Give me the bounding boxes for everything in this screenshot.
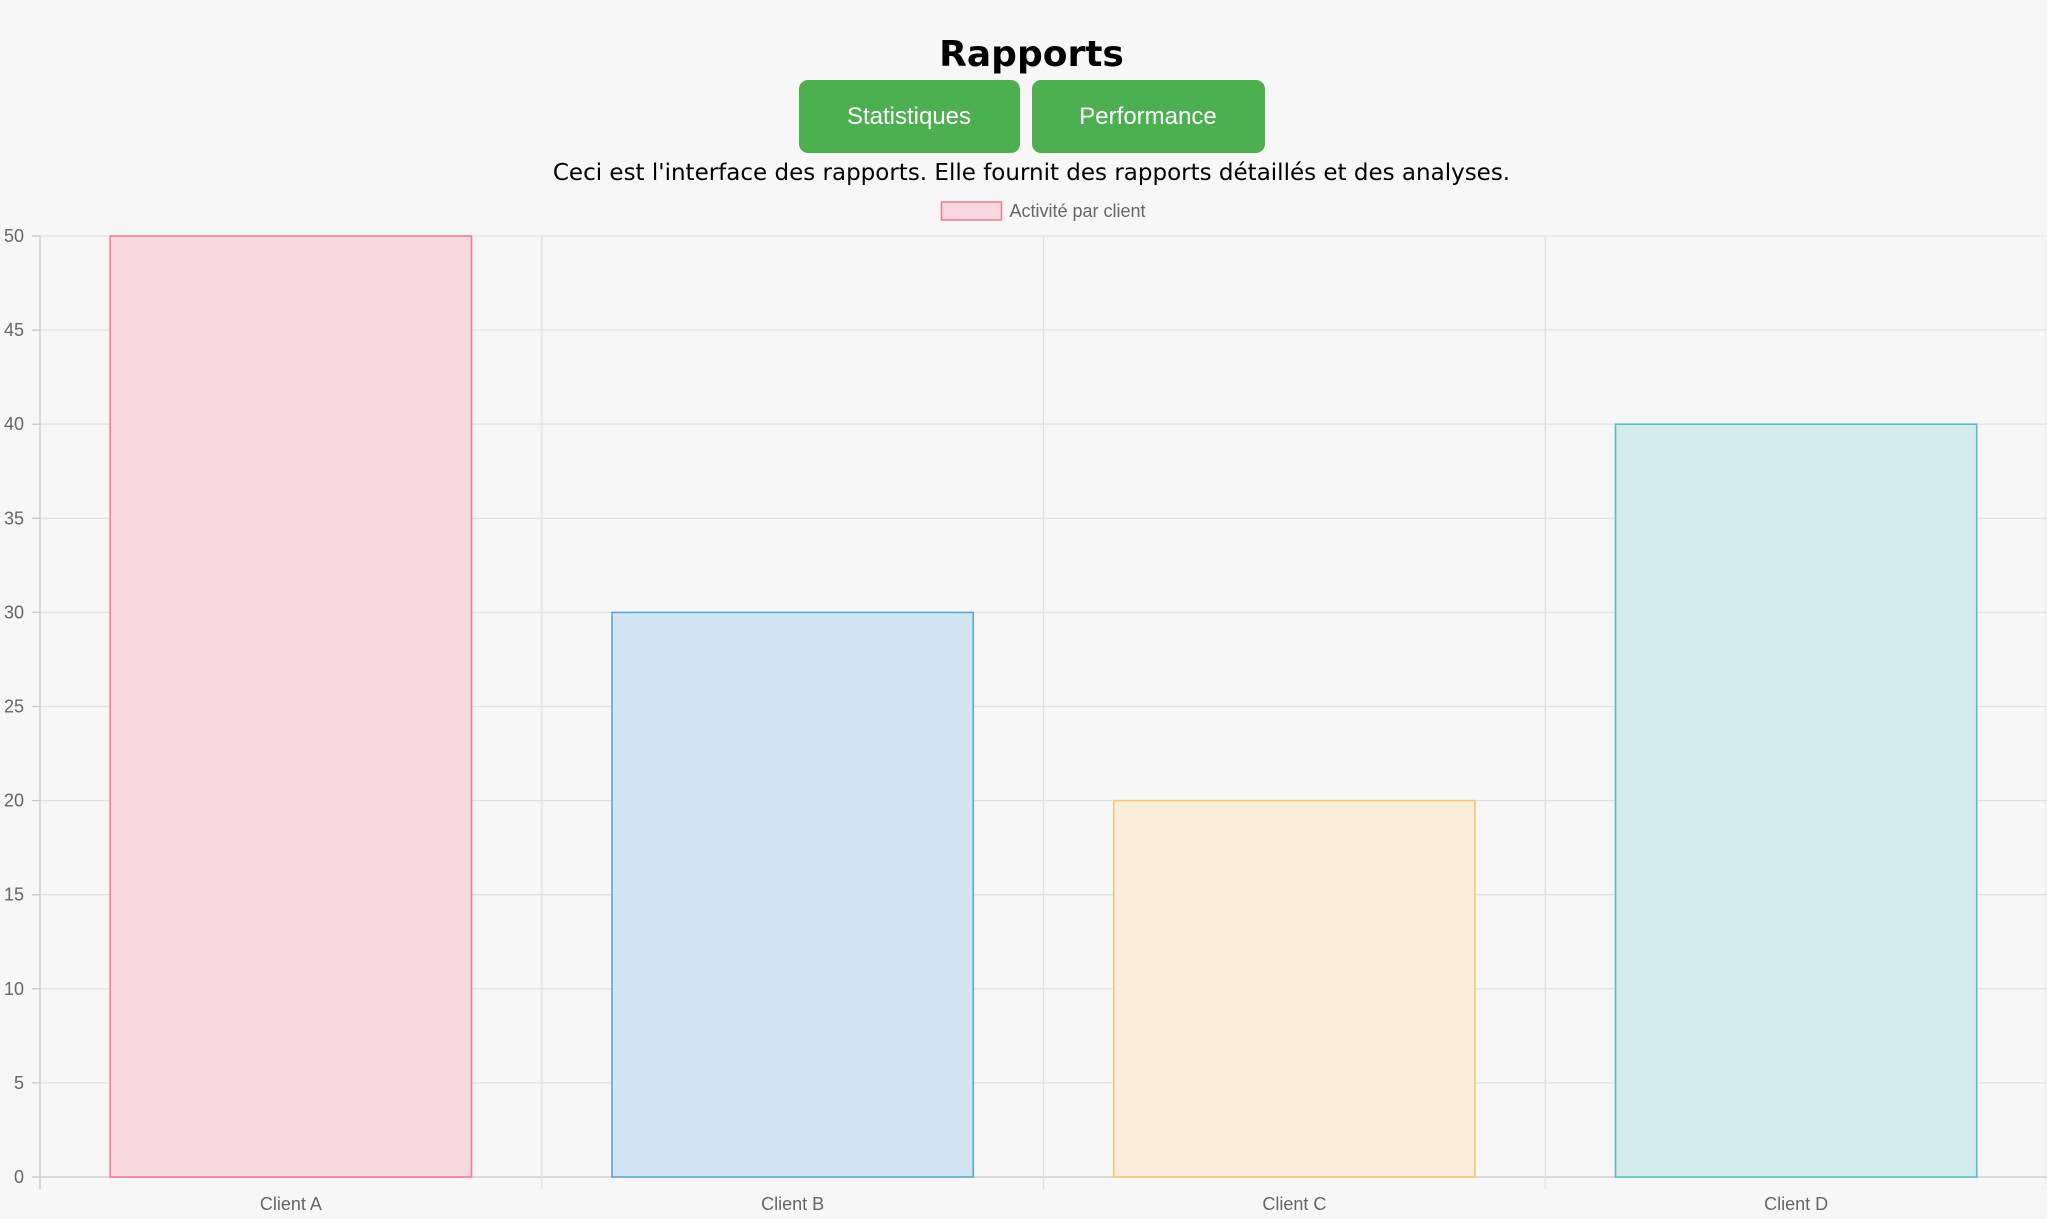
legend-label: Activité par client	[1009, 201, 1145, 221]
activity-bar-chart: 0 5 10 15 20 25 30 35 40 45 50 Client A Client B Clie…	[4, 201, 2047, 1214]
y-tick-label: 40	[4, 414, 24, 434]
y-tick-label: 15	[4, 885, 24, 905]
bar-client-c[interactable]	[1112, 799, 1476, 1178]
x-category-label: Client B	[761, 1194, 824, 1214]
x-category-label: Client A	[260, 1194, 322, 1214]
x-category-label: Client D	[1764, 1194, 1828, 1214]
y-tick-label: 35	[4, 508, 24, 528]
bar-client-a[interactable]	[109, 235, 473, 1178]
y-tick-label: 50	[4, 226, 24, 246]
bar-client-b[interactable]	[611, 611, 975, 1178]
y-tick-label: 0	[14, 1167, 24, 1187]
x-category-label: Client C	[1262, 1194, 1326, 1214]
y-tick-label: 5	[14, 1073, 24, 1093]
y-tick-label: 25	[4, 697, 24, 717]
y-tick-label: 10	[4, 979, 24, 999]
reports-page: Rapports Statistiques Performance Ceci e…	[0, 0, 2047, 1219]
bar-client-d[interactable]	[1614, 423, 1978, 1178]
y-tick-label: 30	[4, 602, 24, 622]
y-tick-label: 45	[4, 320, 24, 340]
legend-swatch	[940, 201, 1003, 221]
chart-legend: Activité par client	[940, 201, 1146, 221]
y-tick-label: 20	[4, 791, 24, 811]
